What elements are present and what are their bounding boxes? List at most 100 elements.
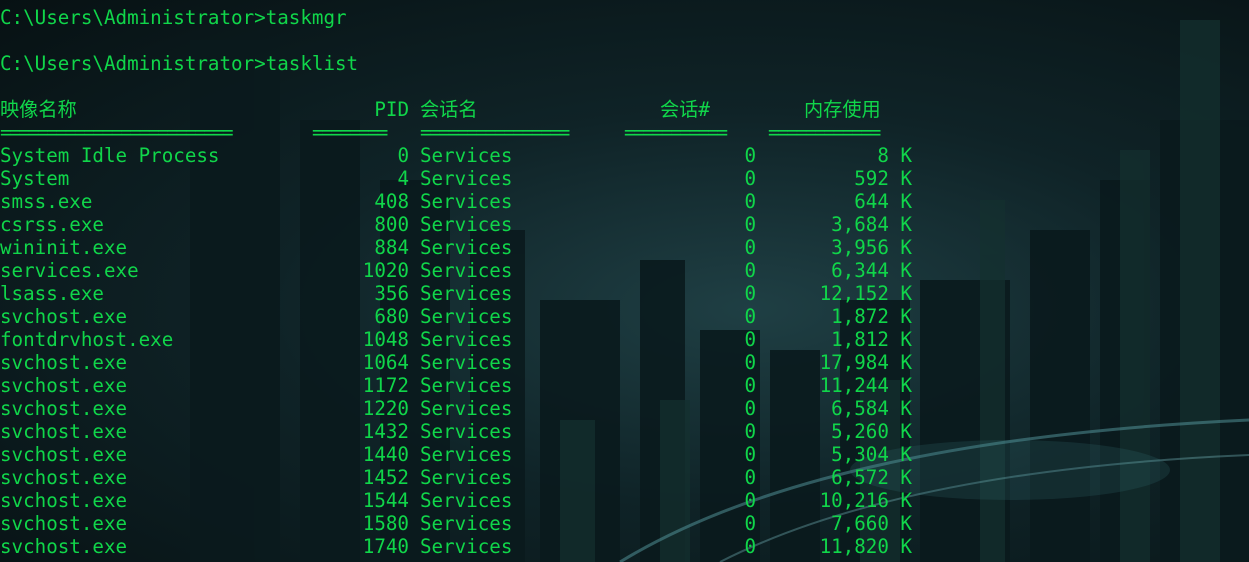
image-name-cell: services.exe <box>0 259 139 282</box>
pid-cell: 1440 <box>362 443 409 466</box>
session-number-cell: 0 <box>744 535 756 558</box>
separator: =========== <box>624 121 728 144</box>
separator: ========================= <box>0 121 234 144</box>
pid-cell: 0 <box>397 144 409 167</box>
memory-usage-cell: 17,984 K <box>819 351 912 374</box>
image-name-cell: smss.exe <box>0 190 93 213</box>
image-name-cell: lsass.exe <box>0 282 104 305</box>
pid-cell: 1580 <box>362 512 409 535</box>
session-number-cell: 0 <box>744 305 756 328</box>
image-name-cell: csrss.exe <box>0 213 104 236</box>
session-name-cell: Services <box>420 443 513 466</box>
memory-usage-cell: 7,660 K <box>831 512 912 535</box>
memory-usage-cell: 592 K <box>854 167 912 190</box>
image-name-cell: System <box>0 167 70 190</box>
session-number-cell: 0 <box>744 236 756 259</box>
session-name-cell: Services <box>420 259 513 282</box>
session-number-cell: 0 <box>744 213 756 236</box>
session-name-cell: Services <box>420 213 513 236</box>
session-name-cell: Services <box>420 466 513 489</box>
memory-usage-cell: 11,820 K <box>819 535 912 558</box>
session-number-cell: 0 <box>744 144 756 167</box>
prompt-line: C:\Users\Administrator>tasklist <box>0 52 359 75</box>
session-name-cell: Services <box>420 190 513 213</box>
session-number-cell: 0 <box>744 351 756 374</box>
session-number-cell: 0 <box>744 489 756 512</box>
session-number-cell: 0 <box>744 259 756 282</box>
header-pid: PID <box>374 98 409 121</box>
image-name-cell: svchost.exe <box>0 443 128 466</box>
image-name-cell: svchost.exe <box>0 512 128 535</box>
pid-cell: 1020 <box>362 259 409 282</box>
pid-cell: 1064 <box>362 351 409 374</box>
memory-usage-cell: 5,304 K <box>831 443 912 466</box>
memory-usage-cell: 11,244 K <box>819 374 912 397</box>
header-memory-usage: 内存使用 <box>804 98 881 121</box>
prompt-line: C:\Users\Administrator>taskmgr <box>0 6 347 29</box>
image-name-cell: svchost.exe <box>0 374 128 397</box>
session-name-cell: Services <box>420 282 513 305</box>
session-name-cell: Services <box>420 420 513 443</box>
session-name-cell: Services <box>420 489 513 512</box>
separator: ============ <box>768 121 881 144</box>
memory-usage-cell: 1,872 K <box>831 305 912 328</box>
memory-usage-cell: 6,584 K <box>831 397 912 420</box>
session-number-cell: 0 <box>744 397 756 420</box>
session-name-cell: Services <box>420 167 513 190</box>
separator: ======== <box>312 121 388 144</box>
session-number-cell: 0 <box>744 443 756 466</box>
pid-cell: 1432 <box>362 420 409 443</box>
memory-usage-cell: 12,152 K <box>819 282 912 305</box>
city-wallpaper-background <box>190 20 1249 562</box>
session-number-cell: 0 <box>744 512 756 535</box>
session-name-cell: Services <box>420 351 513 374</box>
memory-usage-cell: 644 K <box>854 190 912 213</box>
pid-cell: 408 <box>374 190 409 213</box>
session-name-cell: Services <box>420 305 513 328</box>
pid-cell: 1048 <box>362 328 409 351</box>
separator: ================ <box>420 121 570 144</box>
image-name-cell: svchost.exe <box>0 305 128 328</box>
pid-cell: 800 <box>374 213 409 236</box>
session-number-cell: 0 <box>744 328 756 351</box>
session-number-cell: 0 <box>744 466 756 489</box>
pid-cell: 356 <box>374 282 409 305</box>
table-header: 映像名称 PID 会话名 会话# 内存使用 <box>0 98 881 121</box>
session-name-cell: Services <box>420 512 513 535</box>
session-number-cell: 0 <box>744 282 756 305</box>
image-name-cell: wininit.exe <box>0 236 128 259</box>
memory-usage-cell: 6,572 K <box>831 466 912 489</box>
header-session-number: 会话# <box>660 98 710 121</box>
image-name-cell: svchost.exe <box>0 351 128 374</box>
memory-usage-cell: 1,812 K <box>831 328 912 351</box>
session-number-cell: 0 <box>744 190 756 213</box>
image-name-cell: System Idle Process <box>0 144 220 167</box>
session-number-cell: 0 <box>744 374 756 397</box>
image-name-cell: svchost.exe <box>0 535 128 558</box>
memory-usage-cell: 6,344 K <box>831 259 912 282</box>
pid-cell: 680 <box>374 305 409 328</box>
session-number-cell: 0 <box>744 167 756 190</box>
pid-cell: 884 <box>374 236 409 259</box>
pid-cell: 1740 <box>362 535 409 558</box>
session-name-cell: Services <box>420 144 513 167</box>
image-name-cell: svchost.exe <box>0 420 128 443</box>
pid-cell: 4 <box>397 167 409 190</box>
memory-usage-cell: 8 K <box>877 144 912 167</box>
image-name-cell: svchost.exe <box>0 466 128 489</box>
image-name-cell: svchost.exe <box>0 397 128 420</box>
memory-usage-cell: 3,684 K <box>831 213 912 236</box>
session-name-cell: Services <box>420 535 513 558</box>
session-name-cell: Services <box>420 236 513 259</box>
pid-cell: 1544 <box>362 489 409 512</box>
image-name-cell: fontdrvhost.exe <box>0 328 174 351</box>
separator-line: ========================= ======== =====… <box>0 121 881 144</box>
header-image-name: 映像名称 <box>0 98 77 121</box>
session-name-cell: Services <box>420 374 513 397</box>
memory-usage-cell: 10,216 K <box>819 489 912 512</box>
pid-cell: 1452 <box>362 466 409 489</box>
image-name-cell: svchost.exe <box>0 489 128 512</box>
session-number-cell: 0 <box>744 420 756 443</box>
pid-cell: 1172 <box>362 374 409 397</box>
session-name-cell: Services <box>420 397 513 420</box>
